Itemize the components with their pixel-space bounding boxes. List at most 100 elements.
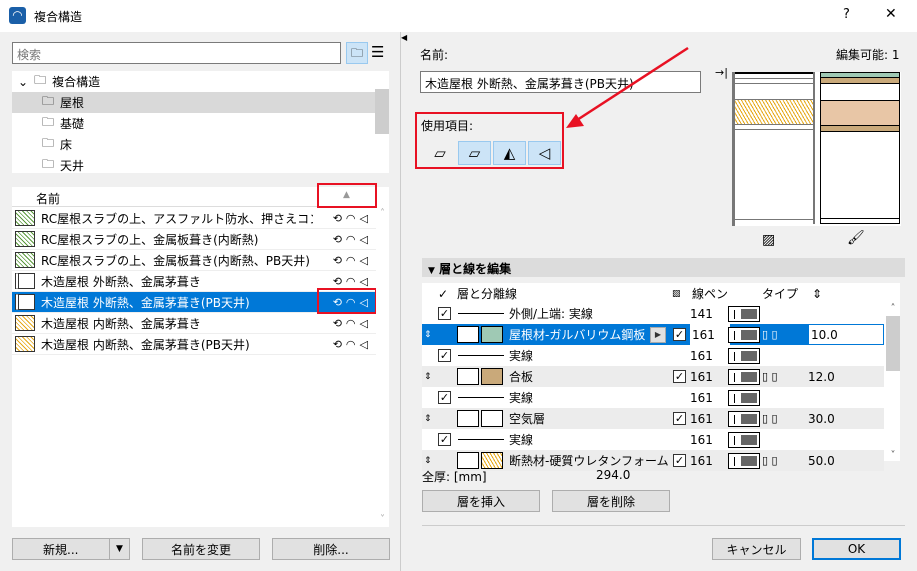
pen-swatch[interactable] bbox=[728, 347, 760, 364]
pen-value[interactable]: 141 bbox=[690, 303, 713, 324]
thickness-value[interactable]: 12.0 bbox=[808, 366, 835, 387]
line-checkbox[interactable]: ✓ bbox=[438, 433, 451, 446]
type-icon[interactable]: ▯ ▯ bbox=[762, 408, 778, 429]
type-icon[interactable]: ▯ ▯ bbox=[762, 450, 778, 471]
column-pen[interactable]: 線ペン bbox=[692, 283, 728, 304]
drag-handle-icon[interactable]: ⇕ bbox=[424, 366, 432, 387]
fill-hatch-icon[interactable]: ▨ bbox=[762, 232, 775, 248]
layer-row[interactable]: ✓ 実線 161 bbox=[422, 345, 884, 366]
list-item[interactable]: 木造屋根 内断熱、金属茅葺き ⟲◠◁ bbox=[12, 313, 376, 334]
usage-roof-button[interactable]: ◭ bbox=[493, 141, 526, 165]
thickness-value[interactable]: 50.0 bbox=[808, 450, 835, 471]
line-checkbox[interactable]: ✓ bbox=[438, 349, 451, 362]
thickness-value[interactable]: 30.0 bbox=[808, 408, 835, 429]
layer-fill-swatch[interactable] bbox=[481, 410, 503, 427]
usage-slab-button[interactable]: ⏥ bbox=[458, 141, 491, 165]
list-view-button[interactable]: ☰ bbox=[371, 43, 389, 63]
pen-swatch[interactable] bbox=[728, 368, 760, 385]
layer-swatch[interactable] bbox=[457, 452, 479, 469]
help-button[interactable]: ? bbox=[843, 7, 850, 22]
thickness-value[interactable]: 10.0 bbox=[808, 324, 884, 345]
collapse-icon[interactable]: ▼ bbox=[428, 266, 435, 276]
layer-name: 断熱材-硬質ウレタンフォーム bbox=[509, 454, 669, 468]
hatch-checkbox[interactable]: ✓ bbox=[673, 412, 686, 425]
pen-swatch[interactable] bbox=[728, 410, 760, 427]
close-button[interactable]: ✕ bbox=[885, 6, 897, 22]
layer-swatch[interactable] bbox=[457, 326, 479, 343]
hatch-checkbox[interactable]: ✓ bbox=[673, 454, 686, 467]
section-header[interactable]: ▼ 層と線を編集 bbox=[422, 258, 905, 277]
list-item[interactable]: 木造屋根 内断熱、金属茅葺き(PB天井) ⟲◠◁ bbox=[12, 334, 376, 355]
tree-scrollbar[interactable] bbox=[375, 71, 389, 173]
type-icon[interactable]: ▯ ▯ bbox=[762, 324, 778, 345]
layer-row[interactable]: ⇕ 屋根材-ガルバリウム鋼板 ▶ ✓ ▯ ▯ 10.0 161 bbox=[422, 324, 884, 345]
drag-handle-icon[interactable]: ⇕ bbox=[424, 324, 432, 345]
column-name[interactable]: 名前 bbox=[36, 190, 60, 207]
expand-arrow-icon[interactable]: ▶ bbox=[650, 324, 666, 345]
pen-swatch[interactable] bbox=[728, 389, 760, 406]
list-item[interactable]: RC屋根スラブの上、金属板葺き(内断熱、PB天井) ⟲◠◁ bbox=[12, 250, 376, 271]
tree-item[interactable]: ⌄ 🗀 複合構造 bbox=[12, 71, 375, 92]
brush-icon[interactable]: 🖌 bbox=[847, 230, 865, 246]
pen-swatch[interactable] bbox=[728, 305, 760, 322]
tree-item[interactable]: 🗀 天井 bbox=[12, 155, 375, 173]
panel-splitter[interactable] bbox=[400, 32, 404, 571]
pen-value[interactable]: 161 bbox=[690, 324, 730, 345]
folder-view-button[interactable]: 🗀 bbox=[346, 42, 368, 64]
layer-row[interactable]: ⇕ 空気層 ✓ ▯ ▯ 30.0 161 bbox=[422, 408, 884, 429]
pen-swatch[interactable] bbox=[728, 452, 760, 469]
chevron-down-icon[interactable]: ⌄ bbox=[18, 75, 28, 89]
pen-value[interactable]: 161 bbox=[690, 429, 713, 450]
layer-fill-swatch[interactable] bbox=[481, 326, 503, 343]
ok-button[interactable]: OK bbox=[812, 538, 901, 560]
layer-row[interactable]: ✓ 外側/上端: 実線 141 bbox=[422, 303, 884, 324]
hatch-checkbox[interactable]: ✓ bbox=[673, 328, 686, 341]
delete-layer-button[interactable]: 層を削除 bbox=[552, 490, 670, 512]
line-checkbox[interactable]: ✓ bbox=[438, 391, 451, 404]
line-checkbox[interactable]: ✓ bbox=[438, 307, 451, 320]
dropdown-arrow-icon[interactable]: ▼ bbox=[109, 539, 129, 559]
layer-swatch[interactable] bbox=[457, 410, 479, 427]
column-thickness[interactable]: ⇕ bbox=[812, 283, 822, 304]
pen-value[interactable]: 161 bbox=[690, 450, 713, 471]
total-thickness-value: 294.0 bbox=[596, 468, 631, 482]
usage-shell-button[interactable]: ◁ bbox=[528, 141, 561, 165]
collapse-arrow-icon[interactable]: ◀ bbox=[401, 33, 407, 42]
drag-handle-icon[interactable]: ⇕ bbox=[424, 408, 432, 429]
tree-item[interactable]: 🗀 屋根 bbox=[12, 92, 375, 113]
pen-value[interactable]: 161 bbox=[690, 366, 713, 387]
search-input[interactable]: 検索 bbox=[12, 42, 341, 64]
pen-swatch[interactable] bbox=[728, 431, 760, 448]
usage-wall-button[interactable]: ▱ bbox=[425, 141, 455, 165]
folder-icon: 🗀 bbox=[34, 73, 47, 87]
new-button[interactable]: 新規... ▼ bbox=[12, 538, 130, 560]
column-type[interactable]: タイプ bbox=[762, 283, 798, 304]
rename-button[interactable]: 名前を変更 bbox=[142, 538, 260, 560]
list-item[interactable]: RC屋根スラブの上、金属板葺き(内断熱) ⟲◠◁ bbox=[12, 229, 376, 250]
insert-layer-button[interactable]: 層を挿入 bbox=[422, 490, 540, 512]
pen-value[interactable]: 161 bbox=[690, 408, 713, 429]
tree-item[interactable]: 🗀 基礎 bbox=[12, 113, 375, 134]
list-item[interactable]: RC屋根スラブの上、アスファルト防水、押さえコン ⟲◠◁ bbox=[12, 208, 376, 229]
layer-fill-swatch[interactable] bbox=[481, 452, 503, 469]
layer-row[interactable]: ✓ 実線 161 bbox=[422, 429, 884, 450]
folder-tree[interactable]: ⌄ 🗀 複合構造 🗀 屋根 🗀 基礎 🗀 床 🗀 天井 bbox=[12, 71, 375, 173]
cancel-button[interactable]: キャンセル bbox=[712, 538, 801, 560]
hatch-checkbox[interactable]: ✓ bbox=[673, 370, 686, 383]
column-check[interactable]: ✓ bbox=[438, 283, 448, 304]
list-scrollbar[interactable]: ˄ ˅ bbox=[376, 208, 389, 527]
layer-fill-swatch[interactable] bbox=[481, 368, 503, 385]
delete-button[interactable]: 削除... bbox=[272, 538, 390, 560]
table-scrollbar[interactable]: ˄ ˅ bbox=[886, 303, 900, 461]
layer-swatch[interactable] bbox=[457, 368, 479, 385]
layer-row[interactable]: ⇕ 断熱材-硬質ウレタンフォーム ✓ ▯ ▯ 50.0 161 bbox=[422, 450, 884, 471]
pen-value[interactable]: 161 bbox=[690, 345, 713, 366]
column-layer-name[interactable]: 層と分離線 bbox=[457, 283, 517, 304]
layer-row[interactable]: ✓ 実線 161 bbox=[422, 387, 884, 408]
tree-item[interactable]: 🗀 床 bbox=[12, 134, 375, 155]
structure-thumb-icon bbox=[15, 294, 35, 310]
pen-swatch[interactable] bbox=[728, 326, 760, 343]
type-icon[interactable]: ▯ ▯ bbox=[762, 366, 778, 387]
layer-row[interactable]: ⇕ 合板 ✓ ▯ ▯ 12.0 161 bbox=[422, 366, 884, 387]
pen-value[interactable]: 161 bbox=[690, 387, 713, 408]
